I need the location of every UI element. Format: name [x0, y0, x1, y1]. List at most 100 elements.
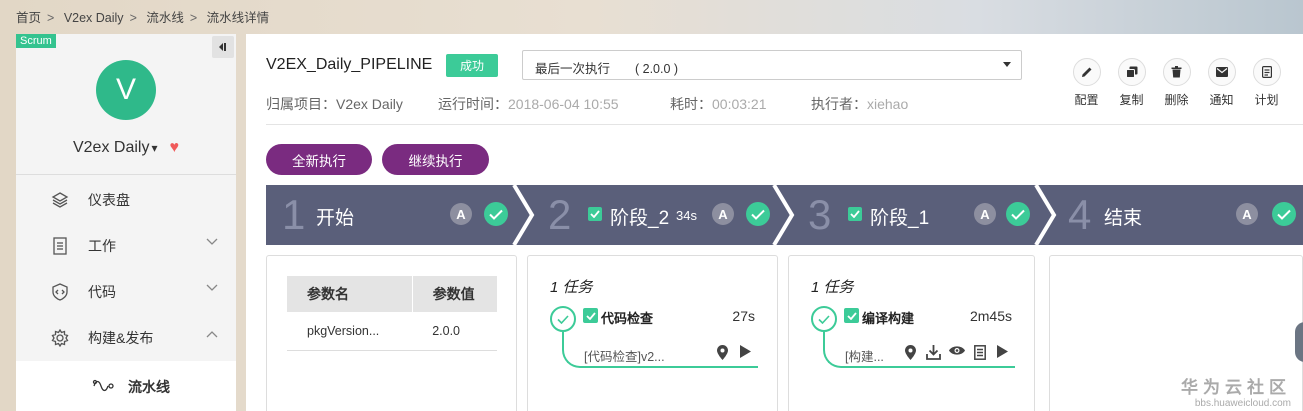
meta-elapsed-value: 00:03:21 [712, 96, 767, 112]
stage-1[interactable]: 1 开始 A [266, 185, 516, 245]
meta-label: 耗时： [670, 96, 712, 112]
project-name[interactable]: V2ex Daily [73, 139, 149, 156]
sidebar-item-build-release[interactable]: 构建&发布 [16, 315, 236, 361]
breadcrumb-separator: > [129, 11, 137, 25]
action-toolbar: 配置 复制 删除 通知 计划 [1064, 58, 1289, 108]
success-check-icon [746, 202, 770, 226]
action-label: 计划 [1254, 93, 1279, 107]
task-count: 1 任务 [550, 279, 593, 296]
sidebar-item-code[interactable]: 代码 [16, 269, 236, 315]
dropdown-caret-icon [1003, 62, 1011, 67]
breadcrumb-pipeline[interactable]: 流水线 [146, 11, 184, 25]
meta-label: 执行者： [811, 96, 867, 112]
action-label: 复制 [1119, 93, 1144, 107]
stage-title: 结束 [1104, 208, 1143, 229]
collapse-left-icon [219, 43, 226, 51]
param-name-cell: pkgVersion... [287, 312, 413, 351]
auto-badge: A [450, 203, 472, 225]
notify-button[interactable]: 通知 [1199, 58, 1244, 108]
avatar: V [96, 60, 156, 120]
delete-button[interactable]: 删除 [1154, 58, 1199, 108]
chevron-down-icon[interactable] [206, 238, 218, 246]
task-name[interactable]: 代码检查 [601, 308, 653, 327]
play-icon[interactable] [734, 345, 757, 360]
execution-select-value: 最后一次执行 ( 2.0.0 ) [535, 62, 679, 76]
play-icon[interactable] [991, 345, 1014, 360]
stage-2[interactable]: 2 阶段_2 34s A [532, 185, 776, 245]
task-icons [711, 345, 757, 360]
sidebar-divider [16, 174, 236, 175]
execution-select[interactable]: 最后一次执行 ( 2.0.0 ) [522, 50, 1022, 80]
breadcrumb-current: 流水线详情 [206, 11, 270, 25]
chevron-down-icon[interactable] [206, 284, 218, 292]
new-run-button[interactable]: 全新执行 [266, 144, 372, 175]
param-value-cell: 2.0.0 [412, 312, 497, 351]
chevron-up-icon[interactable] [206, 330, 218, 338]
sidebar-subitem-label: 流水线 [128, 379, 170, 395]
location-icon[interactable] [899, 345, 922, 360]
collapse-sidebar-button[interactable] [212, 36, 234, 58]
meta-executor: 执行者：xiehao [811, 94, 908, 114]
auto-badge: A [974, 203, 996, 225]
config-button[interactable]: 配置 [1064, 58, 1109, 108]
watermark: 华为云社区 bbs.huaweicloud.com [1181, 373, 1291, 409]
column-header: 参数名 [287, 276, 413, 312]
stage-checkbox[interactable] [848, 207, 862, 221]
task-duration: 2m45s [969, 308, 1012, 324]
pipeline-name: V2EX_Daily_PIPELINE [266, 56, 433, 73]
stage-number: 1 [282, 191, 306, 238]
sidebar-item-dashboard[interactable]: 仪表盘 [16, 177, 236, 223]
breadcrumb: 首页 > V2ex Daily > 流水线 > 流水线详情 [16, 7, 275, 26]
copy-icon [1117, 58, 1146, 86]
breadcrumb-project[interactable]: V2ex Daily [64, 11, 124, 25]
stage-4[interactable]: 4 结束 A [1054, 185, 1303, 245]
schedule-button[interactable]: 计划 [1244, 58, 1289, 108]
params-table: 参数名 参数值 pkgVersion... 2.0.0 [287, 276, 497, 351]
document-icon [1252, 58, 1281, 86]
sidebar-item-label: 代码 [88, 284, 116, 300]
success-check-icon [484, 202, 508, 226]
task-success-icon [550, 306, 576, 332]
meta-executor-value: xiehao [867, 96, 909, 112]
location-icon[interactable] [711, 345, 734, 360]
task-description[interactable]: [构建... [845, 346, 884, 365]
eye-icon[interactable] [945, 345, 968, 360]
task-success-icon [811, 306, 837, 332]
stage-3-task-card: 1 任务 编译构建 2m45s [构建... [788, 255, 1035, 411]
sidebar-item-work[interactable]: 工作 [16, 223, 236, 269]
auto-badge: A [712, 203, 734, 225]
continue-run-button[interactable]: 继续执行 [382, 144, 489, 175]
task-checkbox[interactable] [583, 308, 598, 323]
meta-project: 归属项目：V2ex Daily [266, 94, 403, 114]
stage-title: 开始 [316, 208, 355, 229]
task-checkbox[interactable] [844, 308, 859, 323]
code-shield-icon [50, 282, 70, 302]
meta-label: 运行时间： [438, 96, 508, 112]
column-header: 参数值 [411, 276, 497, 312]
status-badge: 成功 [446, 54, 499, 77]
side-scroll-handle[interactable] [1295, 322, 1303, 362]
sidebar-subitem-pipeline[interactable]: 流水线 [16, 361, 236, 411]
breadcrumb-home[interactable]: 首页 [16, 11, 41, 25]
breadcrumb-separator: > [189, 11, 198, 25]
main-panel: V2EX_Daily_PIPELINE 成功 最后一次执行 ( 2.0.0 ) … [246, 34, 1303, 411]
task-description[interactable]: [代码检查]v2... [584, 346, 665, 365]
stage-3[interactable]: 3 阶段_1 A [792, 185, 1038, 245]
task-name[interactable]: 编译构建 [862, 308, 914, 327]
stage-checkbox[interactable] [588, 207, 602, 221]
trash-icon [1162, 58, 1191, 86]
project-switcher[interactable]: V2ex Daily ▾ ♥ [16, 139, 236, 157]
success-check-icon [1006, 202, 1030, 226]
meta-project-value[interactable]: V2ex Daily [336, 96, 403, 112]
stage-duration: 34s [676, 208, 697, 223]
meta-label: 归属项目： [266, 96, 336, 112]
favorite-heart-icon[interactable]: ♥ [170, 139, 180, 156]
copy-button[interactable]: 复制 [1109, 58, 1154, 108]
stage-title: 阶段_2 [610, 208, 670, 229]
download-icon[interactable] [922, 345, 945, 360]
action-label: 配置 [1074, 93, 1099, 107]
stage-2-task-card: 1 任务 代码检查 27s [代码检查]v2... [527, 255, 778, 411]
chevron-down-icon[interactable]: ▾ [151, 141, 157, 155]
stage-number: 3 [808, 191, 832, 238]
document-icon[interactable] [968, 345, 991, 360]
